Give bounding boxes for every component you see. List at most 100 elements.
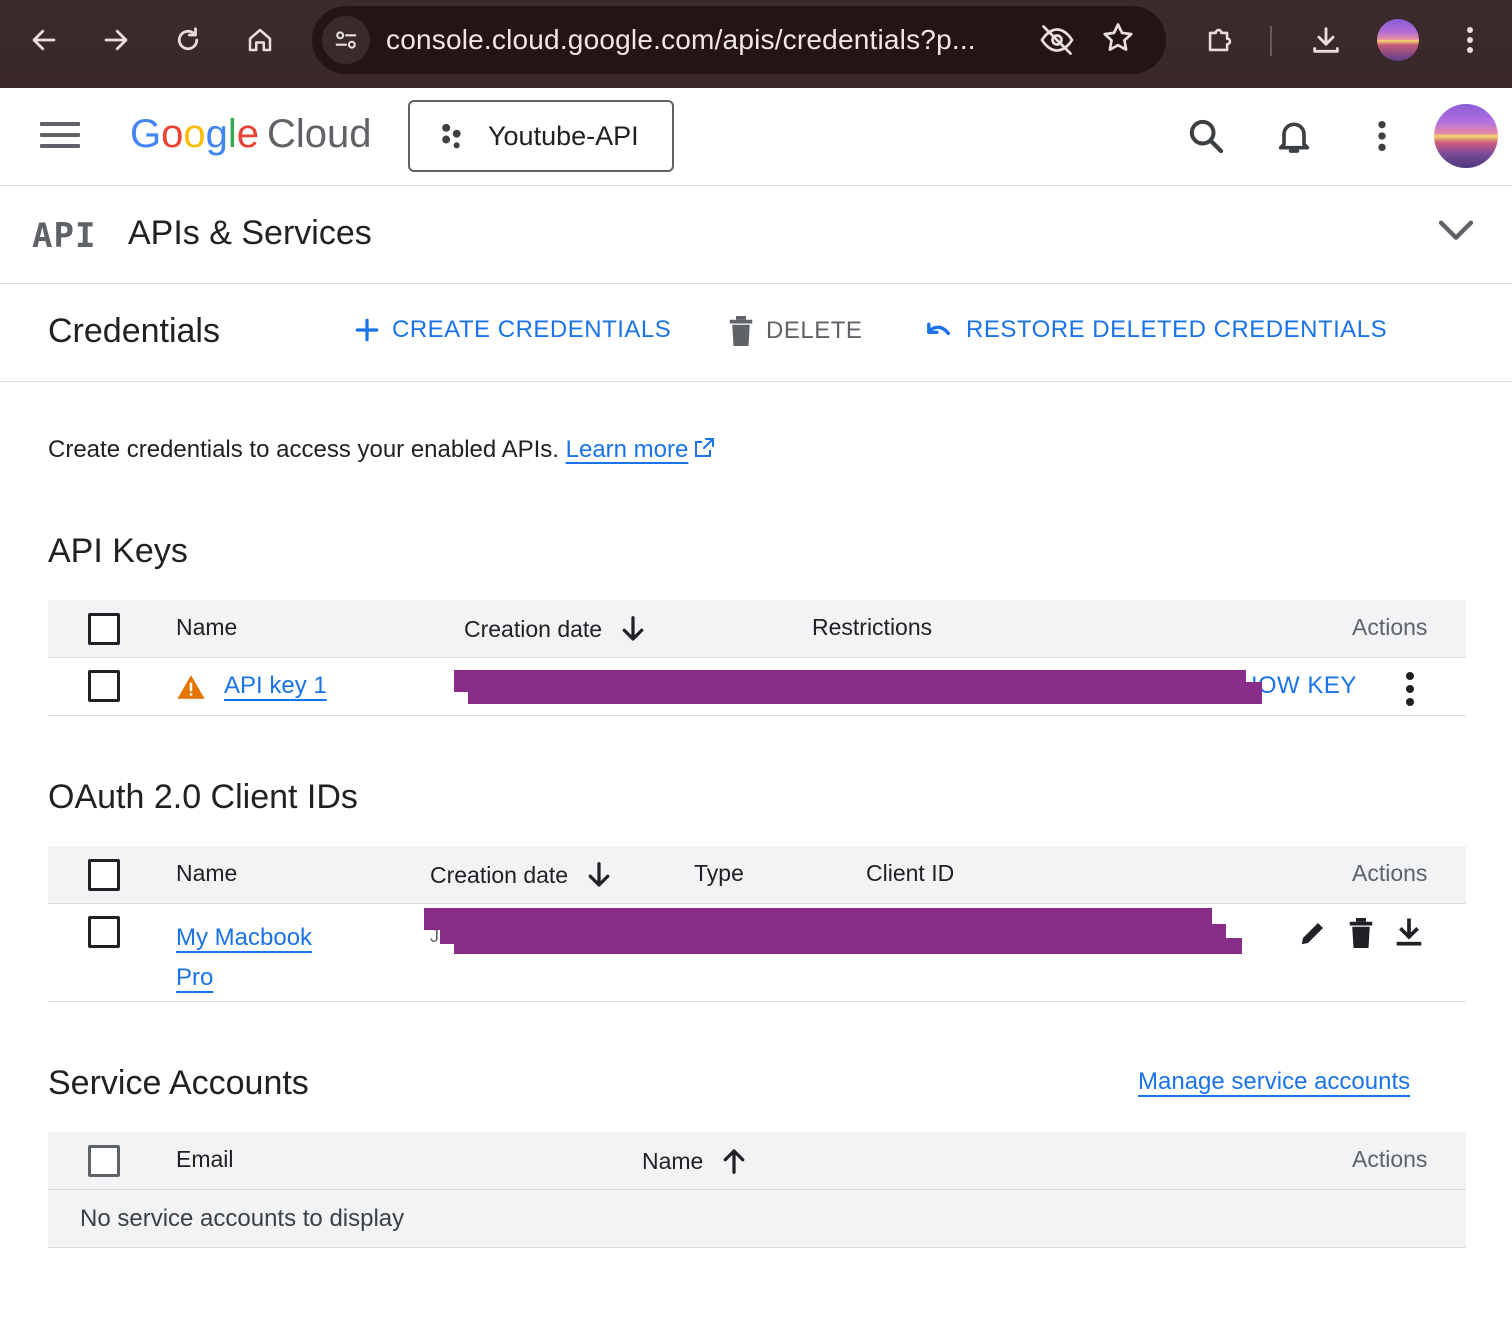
- redaction-mark: [454, 938, 1242, 954]
- extensions-puzzle-icon[interactable]: [1196, 16, 1244, 64]
- delete-button[interactable]: DELETE: [728, 316, 862, 346]
- manage-service-accounts-link[interactable]: Manage service accounts: [1138, 1068, 1410, 1096]
- more-options-kebab-icon[interactable]: [1356, 110, 1408, 162]
- project-picker-button[interactable]: Youtube-API: [408, 100, 674, 172]
- site-settings-icon[interactable]: [322, 16, 370, 64]
- column-header-creation-date[interactable]: Creation date: [430, 860, 614, 890]
- download-icon[interactable]: [1394, 916, 1424, 948]
- toolbar-divider: [1270, 26, 1272, 56]
- column-header-restrictions: Restrictions: [812, 614, 933, 640]
- create-credentials-button[interactable]: CREATE CREDENTIALS: [354, 316, 671, 344]
- column-header-type[interactable]: Type: [694, 860, 744, 887]
- api-keys-heading: API Keys: [48, 532, 188, 570]
- column-header-client-id[interactable]: Client ID: [866, 860, 954, 887]
- logo-letter: G: [130, 112, 162, 156]
- page-title: Credentials: [48, 312, 220, 350]
- column-label: Creation date: [430, 861, 569, 888]
- product-header: API APIs & Services: [0, 186, 1512, 284]
- service-accounts-table: Email Name Actions No service accounts t…: [48, 1132, 1466, 1248]
- row-actions-kebab-icon[interactable]: [1406, 672, 1414, 711]
- table-header: Name Creation date Restrictions Actions: [48, 600, 1466, 658]
- trash-icon: [729, 316, 753, 346]
- oauth-heading: OAuth 2.0 Client IDs: [48, 778, 358, 816]
- browser-profile-avatar[interactable]: [1377, 19, 1419, 61]
- reload-icon[interactable]: [164, 16, 212, 64]
- logo-letter: o: [183, 112, 206, 156]
- undo-arrow-icon: [927, 322, 950, 336]
- cloud-console-header: Google Cloud Youtube-API: [0, 88, 1512, 186]
- home-icon[interactable]: [236, 16, 284, 64]
- column-header-name[interactable]: Name: [176, 860, 237, 887]
- column-header-creation-date[interactable]: Creation date: [464, 614, 648, 644]
- oauth-table: Name Creation date Type Client ID Action…: [48, 846, 1466, 1002]
- client-name-line: Pro: [176, 964, 214, 991]
- row-checkbox[interactable]: [88, 670, 120, 702]
- intro-text: Create credentials to access your enable…: [48, 436, 716, 464]
- create-credentials-label: CREATE CREDENTIALS: [392, 316, 672, 343]
- logo-letter: l: [227, 112, 237, 156]
- external-link-icon: [695, 438, 715, 457]
- url-text: console.cloud.google.com/apis/credential…: [386, 24, 976, 55]
- empty-state-row: No service accounts to display: [48, 1190, 1466, 1248]
- chevron-down-icon[interactable]: [1436, 216, 1476, 251]
- arrow-up-icon: [723, 1149, 745, 1174]
- delete-label: DELETE: [766, 317, 863, 344]
- forward-arrow-icon[interactable]: [92, 16, 140, 64]
- api-key-name-link[interactable]: API key 1: [224, 672, 327, 700]
- table-row: My Macbook Pro J: [48, 904, 1466, 1002]
- column-header-actions: Actions: [1352, 614, 1428, 640]
- column-header-email[interactable]: Email: [176, 1146, 234, 1173]
- column-header-actions: Actions: [1352, 860, 1428, 886]
- download-icon[interactable]: [1302, 16, 1350, 64]
- select-all-checkbox[interactable]: [88, 1145, 120, 1177]
- intro-sentence: Create credentials to access your enable…: [48, 436, 559, 463]
- api-product-icon: API: [32, 216, 97, 256]
- notifications-bell-icon[interactable]: [1268, 110, 1320, 162]
- select-all-checkbox[interactable]: [88, 613, 120, 645]
- address-bar[interactable]: console.cloud.google.com/apis/credential…: [312, 6, 1166, 74]
- row-checkbox[interactable]: [88, 916, 120, 948]
- restore-deleted-credentials-button[interactable]: RESTORE DELETED CREDENTIALS: [922, 316, 1387, 344]
- google-cloud-logo[interactable]: Google Cloud: [130, 112, 372, 157]
- column-header-actions: Actions: [1352, 1146, 1428, 1172]
- eye-off-icon[interactable]: [1038, 22, 1076, 63]
- restore-label: RESTORE DELETED CREDENTIALS: [966, 316, 1388, 343]
- browser-menu-kebab-icon[interactable]: [1446, 16, 1494, 64]
- select-all-checkbox[interactable]: [88, 859, 120, 891]
- edit-pencil-icon[interactable]: [1298, 918, 1328, 948]
- empty-state-text: No service accounts to display: [80, 1205, 405, 1232]
- column-header-name[interactable]: Name: [176, 614, 237, 641]
- browser-toolbar: console.cloud.google.com/apis/credential…: [0, 0, 1512, 88]
- arrow-down-icon: [588, 862, 610, 887]
- learn-more-link[interactable]: Learn more: [566, 436, 689, 463]
- column-label: Name: [642, 1147, 704, 1174]
- table-header: Name Creation date Type Client ID Action…: [48, 846, 1466, 904]
- logo-suffix: Cloud: [267, 112, 372, 156]
- oauth-client-name-link[interactable]: My Macbook Pro: [176, 918, 312, 998]
- project-hexagons-icon: [442, 123, 461, 149]
- logo-letter: g: [205, 112, 228, 156]
- bookmark-star-icon[interactable]: [1100, 20, 1136, 61]
- table-row: API key 1 HOW KEY: [48, 658, 1466, 716]
- column-header-name[interactable]: Name: [642, 1146, 749, 1176]
- redaction-mark: [468, 682, 1262, 704]
- client-name-line: My Macbook: [176, 924, 313, 951]
- project-name: Youtube-API: [488, 120, 639, 151]
- table-header: Email Name Actions: [48, 1132, 1466, 1190]
- search-icon[interactable]: [1180, 110, 1232, 162]
- logo-letter: o: [161, 112, 184, 156]
- back-arrow-icon[interactable]: [20, 16, 68, 64]
- arrow-down-icon: [622, 616, 644, 641]
- learn-more-label: Learn more: [565, 436, 689, 463]
- credentials-toolbar: Credentials CREATE CREDENTIALS DELETE RE…: [0, 284, 1512, 382]
- product-title: APIs & Services: [128, 214, 372, 252]
- logo-letter: e: [236, 112, 260, 156]
- warning-icon: [177, 675, 205, 699]
- hamburger-menu-icon[interactable]: [40, 122, 80, 152]
- api-keys-table: Name Creation date Restrictions Actions …: [48, 600, 1466, 716]
- plus-icon: [355, 318, 379, 342]
- account-avatar[interactable]: [1434, 104, 1498, 168]
- service-accounts-heading: Service Accounts: [48, 1064, 309, 1102]
- column-label: Creation date: [464, 615, 603, 642]
- delete-trash-icon[interactable]: [1348, 918, 1374, 948]
